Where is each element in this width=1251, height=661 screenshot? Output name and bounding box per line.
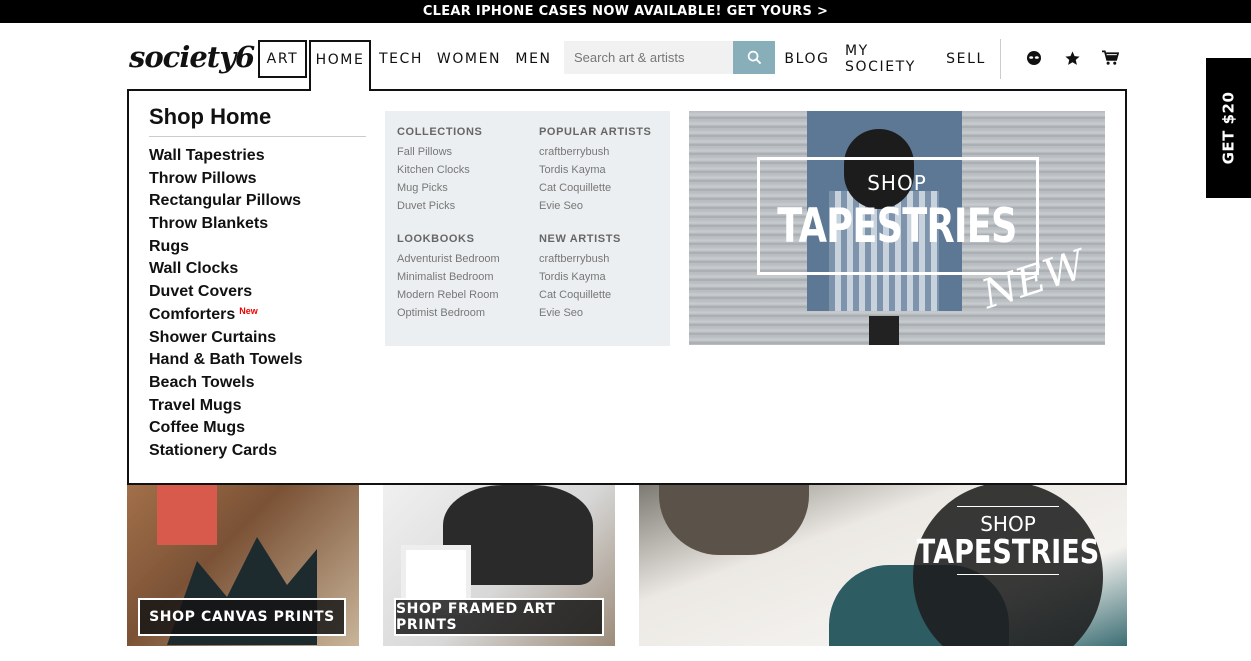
category-shower-curtains[interactable]: Shower Curtains [149, 329, 303, 352]
category-hand-bath-towels[interactable]: Hand & Bath Towels [149, 351, 303, 374]
badge-title: TAPESTRIES [916, 532, 1100, 571]
category-label: Comforters [149, 305, 236, 323]
nav-men[interactable]: MEN [511, 40, 556, 78]
lookbook-link[interactable]: Minimalist Bedroom [397, 271, 500, 289]
tile-artwork [157, 485, 217, 545]
lookbook-link[interactable]: Optimist Bedroom [397, 307, 500, 325]
new-artists-heading: NEW ARTISTS [539, 233, 621, 245]
tapestry-legs [869, 316, 899, 345]
tapestries-tile[interactable]: SHOP TAPESTRIES [639, 485, 1127, 646]
category-wall-clocks[interactable]: Wall Clocks [149, 260, 303, 283]
category-beach-towels[interactable]: Beach Towels [149, 374, 303, 397]
collection-link[interactable]: Kitchen Clocks [397, 164, 482, 182]
shop-tapestries-badge[interactable]: SHOP TAPESTRIES [913, 485, 1103, 646]
get-20-label: GET $20 [1219, 91, 1238, 165]
popular-artists-column: POPULAR ARTISTS craftberrybush Tordis Ka… [539, 126, 652, 218]
artist-link[interactable]: craftberrybush [539, 253, 621, 271]
nav-blog[interactable]: BLOG [784, 40, 828, 78]
new-badge: New [239, 305, 258, 316]
cart-icon [1101, 50, 1119, 65]
category-coffee-mugs[interactable]: Coffee Mugs [149, 419, 303, 442]
alien-head-icon [1027, 51, 1041, 65]
new-artists-column: NEW ARTISTS craftberrybush Tordis Kayma … [539, 233, 621, 325]
category-rectangular-pillows[interactable]: Rectangular Pillows [149, 192, 303, 215]
framed-prints-tile[interactable]: SHOP FRAMED ART PRINTS [383, 485, 615, 646]
artist-link[interactable]: Tordis Kayma [539, 271, 621, 289]
logo[interactable]: society6 [129, 40, 255, 74]
canvas-prints-tile[interactable]: SHOP CANVAS PRINTS [127, 485, 359, 646]
search-icon [747, 50, 761, 65]
nav-sell[interactable]: SELL [946, 40, 984, 78]
category-stationery-cards[interactable]: Stationery Cards [149, 442, 303, 465]
nav-my-society[interactable]: MY SOCIETY [845, 40, 931, 78]
collection-link[interactable]: Mug Picks [397, 182, 482, 200]
lookbooks-heading: LOOKBOOKS [397, 233, 475, 245]
home-dropdown-menu: Shop Home Wall Tapestries Throw Pillows … [127, 89, 1127, 485]
nav-tech[interactable]: TECH [375, 40, 427, 78]
category-rugs[interactable]: Rugs [149, 238, 303, 261]
promo-title: TAPESTRIES [777, 199, 1017, 254]
category-throw-pillows[interactable]: Throw Pillows [149, 170, 303, 193]
artist-link[interactable]: Tordis Kayma [539, 164, 652, 182]
account-button[interactable] [1024, 48, 1044, 68]
nav-divider [1000, 39, 1001, 79]
star-icon [1064, 50, 1080, 65]
tile-fur-pillow [659, 485, 809, 555]
category-comforters[interactable]: Comforters New [149, 306, 303, 329]
popular-artists-heading: POPULAR ARTISTS [539, 126, 652, 138]
artist-link[interactable]: craftberrybush [539, 146, 652, 164]
dropdown-title: Shop Home [149, 104, 272, 129]
promo-shop-label: SHOP [867, 171, 927, 195]
get-20-tab[interactable]: GET $20 [1206, 58, 1251, 198]
divider [957, 506, 1059, 507]
lookbooks-column: LOOKBOOKS Adventurist Bedroom Minimalist… [397, 233, 500, 325]
collections-heading: COLLECTIONS [397, 126, 483, 138]
promo-bar[interactable]: CLEAR IPHONE CASES NOW AVAILABLE! GET YO… [0, 0, 1251, 23]
lookbook-link[interactable]: Modern Rebel Room [397, 289, 500, 307]
collection-link[interactable]: Duvet Picks [397, 200, 482, 218]
nav-home[interactable]: HOME [309, 40, 371, 91]
divider [957, 574, 1059, 575]
search-input[interactable]: Search art & artists [564, 41, 733, 74]
nav-women[interactable]: WOMEN [437, 40, 501, 78]
shop-framed-art-prints-button[interactable]: SHOP FRAMED ART PRINTS [394, 598, 604, 636]
category-wall-tapestries[interactable]: Wall Tapestries [149, 147, 303, 170]
search-button[interactable] [733, 41, 775, 74]
cart-button[interactable] [1100, 48, 1120, 68]
category-travel-mugs[interactable]: Travel Mugs [149, 397, 303, 420]
nav-art[interactable]: ART [258, 40, 307, 78]
collection-link[interactable]: Fall Pillows [397, 146, 482, 164]
shop-tapestries-promo[interactable]: SHOP TAPESTRIES NEW [689, 111, 1105, 345]
artist-link[interactable]: Evie Seo [539, 307, 621, 325]
favorites-button[interactable] [1062, 48, 1082, 68]
artist-link[interactable]: Evie Seo [539, 200, 652, 218]
artist-link[interactable]: Cat Coquillette [539, 289, 621, 307]
collections-column: COLLECTIONS Fall Pillows Kitchen Clocks … [397, 126, 482, 218]
artist-link[interactable]: Cat Coquillette [539, 182, 652, 200]
links-panel: COLLECTIONS Fall Pillows Kitchen Clocks … [385, 111, 670, 346]
category-list: Wall Tapestries Throw Pillows Rectangula… [149, 147, 303, 465]
category-duvet-covers[interactable]: Duvet Covers [149, 283, 303, 306]
lookbook-link[interactable]: Adventurist Bedroom [397, 253, 500, 271]
shop-canvas-prints-button[interactable]: SHOP CANVAS PRINTS [138, 598, 346, 636]
category-throw-blankets[interactable]: Throw Blankets [149, 215, 303, 238]
divider [149, 136, 366, 137]
